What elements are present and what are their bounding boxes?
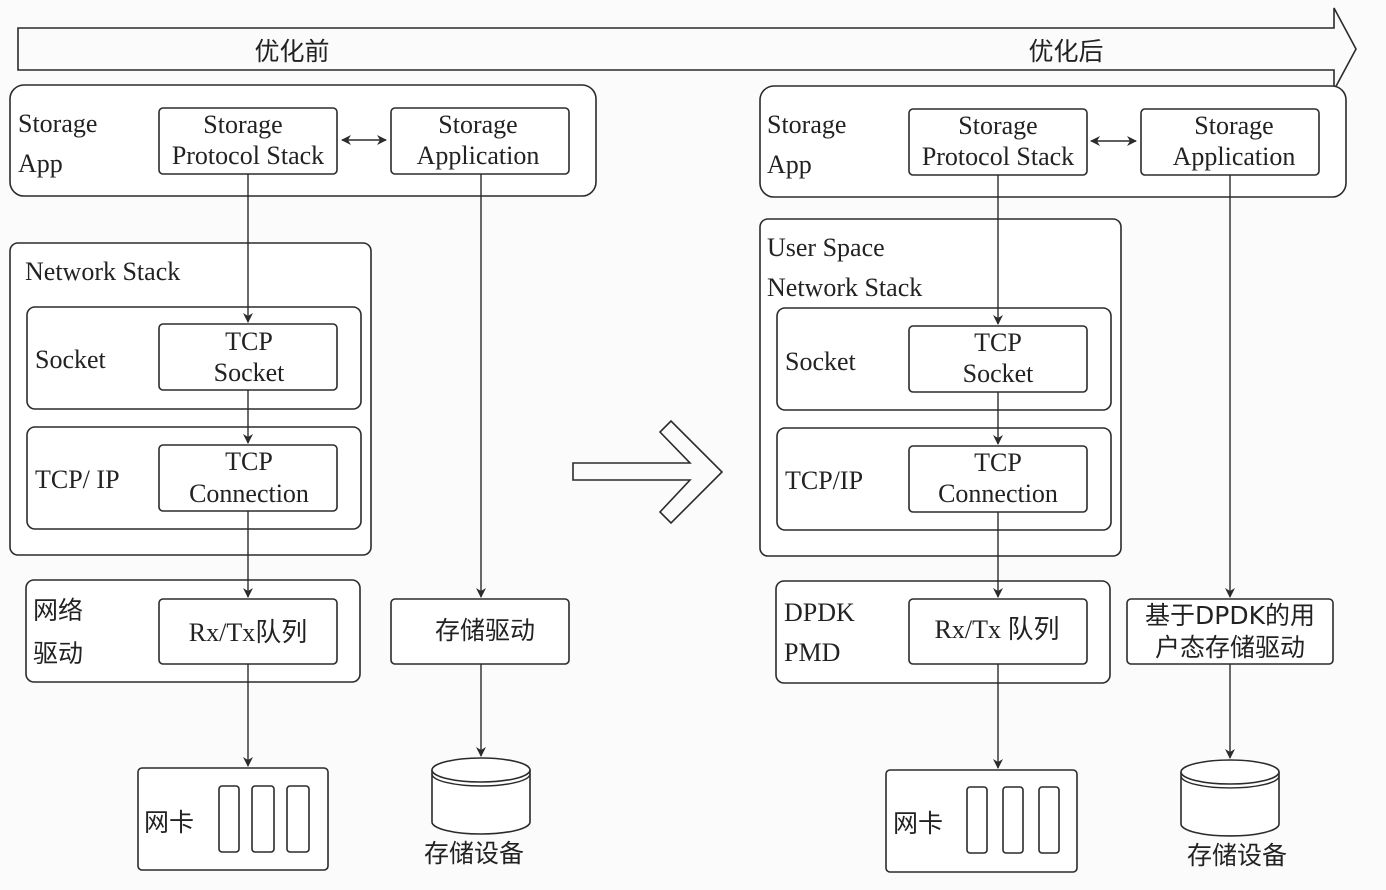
- after-nic-label: 网卡: [893, 809, 943, 838]
- before-storage-device-label: 存储设备: [424, 839, 524, 868]
- before-storage-device-icon: [431, 757, 531, 835]
- after-tcp-connection-line2: Connection: [938, 479, 1058, 508]
- after-application-line1: Storage: [1194, 111, 1273, 140]
- after-label: 优化后: [1028, 37, 1103, 66]
- before-protocol-stack-line2: Protocol Stack: [172, 141, 324, 170]
- before-tcpip-layer-label: TCP/ IP: [35, 465, 120, 494]
- after-nic-queue-3: [1038, 786, 1060, 854]
- before-nic-queue-2: [251, 785, 275, 853]
- before-label: 优化前: [254, 37, 329, 66]
- before-application-line2: Application: [417, 141, 540, 170]
- after-storage-driver-line2: 户态存储驱动: [1155, 633, 1305, 662]
- before-tcp-socket-line1: TCP: [225, 327, 273, 356]
- after-section: Storage App Storage Protocol Stack Stora…: [759, 85, 1347, 873]
- after-nic-queue-1: [966, 786, 988, 854]
- after-driver-label-1: DPDK: [784, 598, 855, 627]
- after-nic-queue-2: [1002, 786, 1024, 854]
- after-protocol-stack-line2: Protocol Stack: [922, 142, 1074, 171]
- after-tcp-connection-line1: TCP: [974, 448, 1022, 477]
- after-storage-driver-line1: 基于DPDK的用: [1145, 601, 1315, 630]
- before-socket-layer-label: Socket: [35, 345, 107, 374]
- before-application-line1: Storage: [438, 110, 517, 139]
- after-storage-app-label-2: App: [767, 150, 812, 179]
- before-storage-driver-label: 存储驱动: [435, 616, 535, 645]
- timeline-banner-arrow: [17, 7, 1357, 91]
- after-protocol-stack-line1: Storage: [958, 111, 1037, 140]
- after-storage-device-icon: [1180, 759, 1280, 837]
- after-network-stack-title-2: Network Stack: [767, 273, 922, 302]
- before-nic-label: 网卡: [144, 808, 194, 837]
- before-storage-app-label-2: App: [18, 149, 63, 178]
- after-tcpip-layer-label: TCP/IP: [785, 466, 863, 495]
- before-section: Storage App Storage Protocol Stack Stora…: [9, 84, 597, 871]
- before-tcp-socket-line2: Socket: [214, 358, 286, 387]
- before-driver-label-1: 网络: [33, 596, 83, 625]
- before-driver-label-2: 驱动: [33, 639, 83, 668]
- transition-arrow-icon: [572, 419, 724, 525]
- before-nic-queue-3: [286, 785, 310, 853]
- after-tcp-socket-line2: Socket: [963, 359, 1035, 388]
- before-storage-app-label-1: Storage: [18, 109, 97, 138]
- after-tcp-socket-line1: TCP: [974, 328, 1022, 357]
- before-protocol-stack-line1: Storage: [203, 110, 282, 139]
- before-tcp-connection-line1: TCP: [225, 447, 273, 476]
- after-driver-label-2: PMD: [784, 638, 840, 667]
- dpdk-optimization-diagram: 优化前 优化后 Storage App Storage Protocol Sta…: [9, 7, 1357, 873]
- after-application-line2: Application: [1173, 142, 1296, 171]
- after-socket-layer-label: Socket: [785, 347, 857, 376]
- before-rxtx-queue-label: Rx/Tx队列: [189, 618, 307, 647]
- before-tcp-connection-line2: Connection: [189, 479, 309, 508]
- before-network-stack-title: Network Stack: [25, 257, 180, 286]
- before-nic-queue-1: [218, 785, 240, 853]
- after-network-stack-title-1: User Space: [767, 233, 885, 262]
- after-storage-app-label-1: Storage: [767, 110, 846, 139]
- after-rxtx-queue-label: Rx/Tx 队列: [935, 615, 1060, 644]
- after-storage-device-label: 存储设备: [1187, 841, 1287, 870]
